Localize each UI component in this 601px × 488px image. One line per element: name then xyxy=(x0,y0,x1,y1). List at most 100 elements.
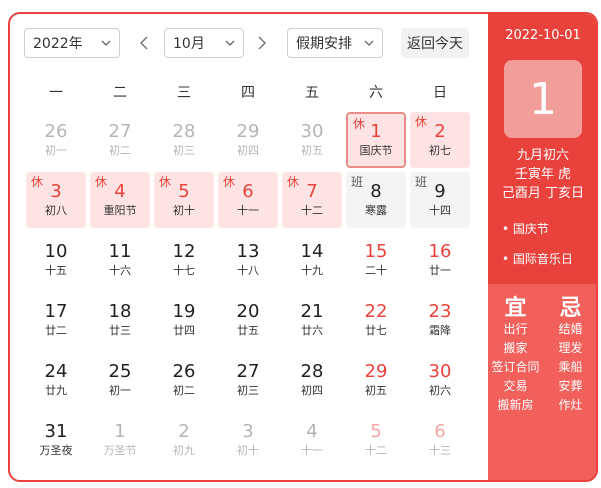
year-select[interactable]: 2022年 xyxy=(24,28,120,58)
day-cell[interactable]: 休 5 初十 xyxy=(154,172,214,228)
day-lunar-label: 初五 xyxy=(301,144,323,157)
ji-title: 忌 xyxy=(559,296,582,321)
day-cell[interactable]: 休 7 十二 xyxy=(282,172,342,228)
yi-item: 出行 xyxy=(503,322,528,336)
day-grid: 26 初一 27 初二 28 初三 29 初四 30 初五休 1 国庆节休 2 初七休 3 初八休 4 重阳节休 5… xyxy=(24,110,472,470)
day-cell[interactable]: 班 8 寒露 xyxy=(346,172,406,228)
day-lunar-label: 廿九 xyxy=(45,384,67,397)
day-cell[interactable]: 休 4 重阳节 xyxy=(90,172,150,228)
day-cell[interactable]: 休 6 十一 xyxy=(218,172,278,228)
day-cell[interactable]: 31 万圣夜 xyxy=(26,412,86,468)
weekday-label: 四 xyxy=(241,85,255,101)
day-lunar-label: 十九 xyxy=(301,264,323,277)
day-cell[interactable]: 21 廿六 xyxy=(282,292,342,348)
day-cell[interactable]: 28 初四 xyxy=(282,352,342,408)
day-lunar-label: 霜降 xyxy=(429,324,451,337)
day-lunar-label: 十一 xyxy=(301,444,323,457)
day-cell[interactable]: 2 初九 xyxy=(154,412,214,468)
day-number: 28 xyxy=(172,121,196,142)
day-lunar-label: 初四 xyxy=(301,384,323,397)
day-lunar-label: 廿三 xyxy=(109,324,131,337)
day-cell[interactable]: 20 廿五 xyxy=(218,292,278,348)
day-cell[interactable]: 27 初二 xyxy=(90,112,150,168)
day-cell[interactable]: 18 廿三 xyxy=(90,292,150,348)
day-cell[interactable]: 15 二十 xyxy=(346,232,406,288)
day-cell[interactable]: 26 初一 xyxy=(26,112,86,168)
day-number: 21 xyxy=(300,301,324,322)
day-number: 22 xyxy=(364,301,388,322)
day-cell[interactable]: 5 十二 xyxy=(346,412,406,468)
day-number: 14 xyxy=(300,241,324,262)
day-cell[interactable]: 班 9 十四 xyxy=(410,172,470,228)
day-cell[interactable]: 25 初一 xyxy=(90,352,150,408)
festival-label: 国庆节 xyxy=(512,222,549,236)
day-cell[interactable]: 28 初三 xyxy=(154,112,214,168)
day-cell[interactable]: 23 霜降 xyxy=(410,292,470,348)
day-lunar-label: 十四 xyxy=(429,204,451,217)
selected-day-number: 1 xyxy=(504,60,582,138)
day-cell[interactable]: 12 十七 xyxy=(154,232,214,288)
day-lunar-label: 初三 xyxy=(173,144,195,157)
day-lunar-label: 万圣夜 xyxy=(39,444,73,457)
day-cell[interactable]: 休 1 国庆节 xyxy=(346,112,406,168)
selected-date: 2022-10-01 xyxy=(505,28,581,43)
day-cell[interactable]: 14 十九 xyxy=(282,232,342,288)
day-cell[interactable]: 17 廿二 xyxy=(26,292,86,348)
day-cell[interactable]: 11 十六 xyxy=(90,232,150,288)
day-number: 9 xyxy=(434,181,446,202)
day-lunar-label: 初三 xyxy=(237,384,259,397)
prev-month-button[interactable] xyxy=(132,31,156,55)
day-number: 10 xyxy=(44,241,68,262)
chevron-right-icon xyxy=(258,36,267,50)
day-cell[interactable]: 27 初三 xyxy=(218,352,278,408)
day-number: 20 xyxy=(236,301,260,322)
ji-item: 乘船 xyxy=(558,360,583,374)
back-to-today-button[interactable]: 返回今天 xyxy=(401,28,469,58)
day-cell[interactable]: 10 十五 xyxy=(26,232,86,288)
day-cell[interactable]: 29 初五 xyxy=(346,352,406,408)
festival-item: • 国庆节 xyxy=(502,222,549,236)
day-lunar-label: 十一 xyxy=(237,204,259,217)
next-month-button[interactable] xyxy=(250,31,274,55)
month-select[interactable]: 10月 xyxy=(164,28,244,58)
day-lunar-label: 初十 xyxy=(173,204,195,217)
day-lunar-label: 初十 xyxy=(237,444,259,457)
day-cell[interactable]: 休 2 初七 xyxy=(410,112,470,168)
holiday-select[interactable]: 假期安排 xyxy=(287,28,383,58)
day-cell[interactable]: 休 3 初八 xyxy=(26,172,86,228)
yi-item: 签订合同 xyxy=(491,360,540,374)
day-cell[interactable]: 3 初十 xyxy=(218,412,278,468)
day-number: 30 xyxy=(428,361,452,382)
day-cell[interactable]: 22 廿七 xyxy=(346,292,406,348)
day-cell[interactable]: 26 初二 xyxy=(154,352,214,408)
day-lunar-label: 初一 xyxy=(109,384,131,397)
festival-item: • 国际音乐日 xyxy=(502,252,573,266)
day-cell[interactable]: 30 初六 xyxy=(410,352,470,408)
day-number: 17 xyxy=(44,301,68,322)
day-cell[interactable]: 1 万圣节 xyxy=(90,412,150,468)
day-cell[interactable]: 4 十一 xyxy=(282,412,342,468)
day-number: 4 xyxy=(306,421,318,442)
day-cell[interactable]: 24 廿九 xyxy=(26,352,86,408)
day-lunar-label: 初四 xyxy=(237,144,259,157)
day-number: 18 xyxy=(108,301,132,322)
day-number: 1 xyxy=(114,421,126,442)
holiday-rest-badge: 休 xyxy=(353,117,366,131)
calendar-widget: 2022年 10月 假期安排 返回今天 一 二 三 四 五 六 日 26 初一 … xyxy=(8,12,598,482)
weekday-label: 二 xyxy=(113,85,127,101)
day-cell[interactable]: 16 廿一 xyxy=(410,232,470,288)
weekday-label: 日 xyxy=(433,85,447,101)
day-lunar-label: 廿二 xyxy=(45,324,67,337)
year-select-value: 2022年 xyxy=(33,36,83,52)
lunar-year: 壬寅年 虎 xyxy=(514,167,572,182)
day-cell[interactable]: 29 初四 xyxy=(218,112,278,168)
holiday-rest-badge: 休 xyxy=(95,175,108,189)
day-cell[interactable]: 19 廿四 xyxy=(154,292,214,348)
day-cell[interactable]: 6 十三 xyxy=(410,412,470,468)
day-cell[interactable]: 30 初五 xyxy=(282,112,342,168)
day-lunar-label: 十七 xyxy=(173,264,195,277)
day-cell[interactable]: 13 十八 xyxy=(218,232,278,288)
month-select-value: 10月 xyxy=(173,36,205,52)
day-lunar-label: 十六 xyxy=(109,264,131,277)
festival-label: 国际音乐日 xyxy=(512,252,573,266)
